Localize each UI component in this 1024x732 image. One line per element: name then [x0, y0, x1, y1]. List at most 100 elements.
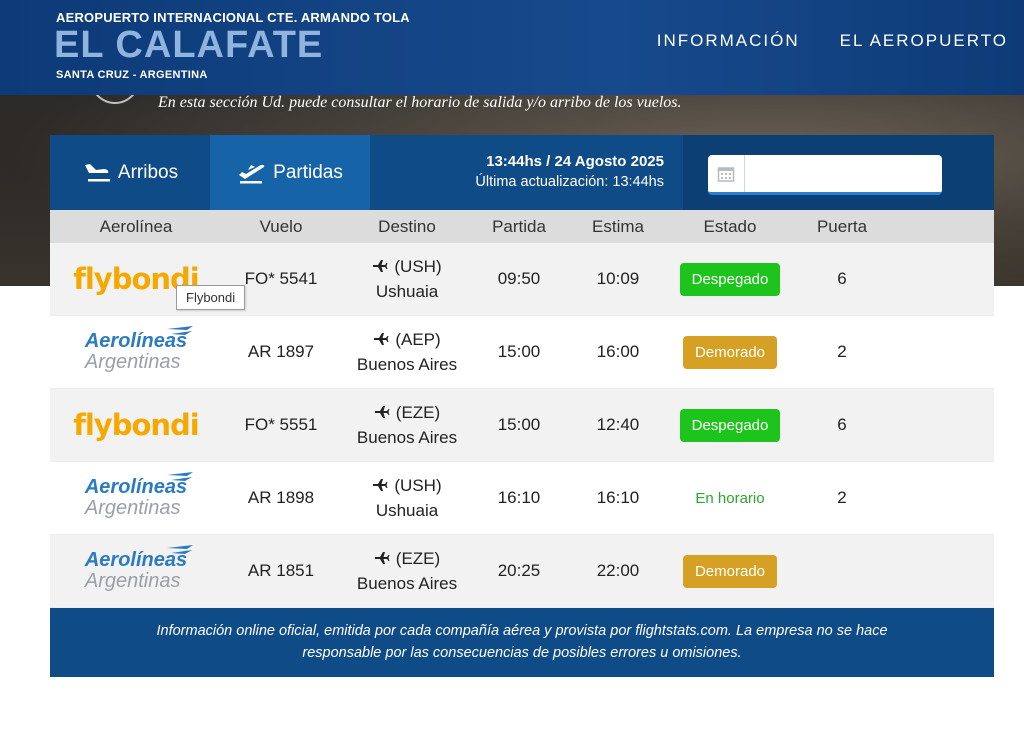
status-text: En horario: [695, 489, 765, 507]
nav-informacion[interactable]: INFORMACIÓN: [657, 31, 800, 51]
destination-code: (AEP): [340, 327, 474, 352]
table-row: Aerolíneas Argentinas AR 1851 (EZE) Buenos A…: [50, 535, 994, 608]
cell-flight: AR 1898: [247, 488, 315, 507]
cell-airline: flybondi: [50, 408, 222, 442]
plane-takeoff-icon: [239, 164, 265, 183]
aerolineas-argentinas-logo[interactable]: Aerolíneas Argentinas: [84, 545, 194, 592]
cell-flight: AR 1897: [247, 342, 315, 361]
cell-gate: 6: [837, 269, 847, 288]
brand-subtitle[interactable]: SANTA CRUZ - ARGENTINA: [56, 69, 208, 81]
cell-estimate: 16:00: [596, 342, 640, 361]
tab-partidas[interactable]: Partidas: [210, 135, 370, 210]
aerolineas-argentinas-logo[interactable]: Aerolíneas Argentinas: [84, 326, 194, 373]
cell-gate: 2: [837, 342, 847, 361]
cell-departure: 20:25: [497, 561, 541, 580]
intro-text: En esta sección Ud. puede consultar el h…: [158, 94, 682, 111]
destination-code-text: (AEP): [395, 330, 441, 349]
brand-logo-title[interactable]: EL CALAFATE: [54, 24, 323, 67]
cell-status: Despegado: [672, 408, 788, 442]
cell-status: Despegado: [672, 262, 788, 296]
site-header: AEROPUERTO INTERNACIONAL CTE. ARMANDO TO…: [0, 0, 1024, 95]
cell-estimate: 16:10: [596, 488, 640, 507]
date-filter: [683, 135, 994, 210]
plane-icon: [374, 333, 389, 345]
logo-line-2: Argentinas: [84, 351, 181, 373]
destination-code: (USH): [340, 254, 474, 279]
tab-arribos-label: Arribos: [117, 161, 179, 183]
cell-departure: 15:00: [497, 415, 541, 434]
date-input[interactable]: [745, 155, 942, 192]
table-header: Aerolínea Vuelo Destino Partida Estima E…: [50, 210, 994, 243]
cell-estimate: 12:40: [596, 415, 640, 434]
destination-code: (EZE): [340, 546, 474, 571]
col-estima: Estima: [592, 216, 644, 236]
plane-icon: [373, 260, 388, 272]
cell-destination: (AEP) Buenos Aires: [340, 327, 474, 377]
flybondi-logo[interactable]: flybondi: [73, 408, 199, 442]
col-puerta: Puerta: [816, 216, 868, 236]
calendar-icon[interactable]: [708, 155, 745, 192]
cell-status: Demorado: [672, 554, 788, 588]
cell-departure: 15:00: [497, 342, 541, 361]
destination-city: Buenos Aires: [356, 574, 458, 593]
cell-airline: Aerolíneas Argentinas: [50, 545, 222, 592]
last-update: Última actualización: 13:44hs: [475, 174, 664, 190]
current-time: 13:44hs / 24 Agosto 2025: [486, 153, 664, 170]
nav-el-aeropuerto[interactable]: EL AEROPUERTO: [840, 31, 1008, 51]
flights-panel: Arribos Partidas 13:44hs / 24 Agosto 202…: [50, 135, 994, 677]
calendar-icon-glyph: [717, 166, 735, 182]
cell-destination: (USH) Ushuaia: [340, 473, 474, 523]
col-vuelo: Vuelo: [259, 216, 303, 236]
time-info: 13:44hs / 24 Agosto 2025 Última actualiz…: [372, 153, 664, 190]
col-aerolinea: Aerolínea: [99, 216, 173, 236]
cell-airline: Aerolíneas Argentinas: [50, 326, 222, 373]
cell-estimate: 22:00: [596, 561, 640, 580]
cell-departure: 16:10: [497, 488, 541, 507]
cell-departure: 09:50: [497, 269, 541, 288]
cell-gate: 6: [837, 415, 847, 434]
status-badge: Demorado: [682, 554, 778, 588]
destination-city: Buenos Aires: [356, 355, 458, 374]
table-row: Aerolíneas Argentinas AR 1897 (AEP) Buenos A…: [50, 316, 994, 389]
cell-flight: AR 1851: [247, 561, 315, 580]
destination-code-text: (EZE): [395, 549, 441, 568]
wing-icon: [167, 326, 194, 335]
col-partida: Partida: [492, 216, 546, 236]
cell-airline: Aerolíneas Argentinas: [50, 472, 222, 519]
cell-destination: (EZE) Buenos Aires: [340, 546, 474, 596]
disclaimer-footer: Información online oficial, emitida por …: [50, 608, 994, 677]
plane-icon: [373, 479, 388, 491]
cell-destination: (USH) Ushuaia: [340, 254, 474, 304]
airline-tooltip: Flybondi: [176, 285, 246, 310]
wing-icon: [167, 545, 194, 554]
plane-icon: [374, 552, 390, 564]
plane-landing-icon: [84, 163, 110, 181]
brand-top-text[interactable]: AEROPUERTO INTERNACIONAL CTE. ARMANDO TO…: [56, 10, 410, 25]
page: AEROPUERTO INTERNACIONAL CTE. ARMANDO TO…: [0, 0, 1024, 732]
aerolineas-argentinas-logo[interactable]: Aerolíneas Argentinas: [84, 472, 194, 519]
status-badge: Demorado: [682, 335, 778, 369]
destination-city: Ushuaia: [375, 501, 439, 520]
tab-arribos[interactable]: Arribos: [50, 135, 210, 210]
logo-line-2: Argentinas: [84, 497, 181, 519]
main-nav: INFORMACIÓN EL AEROPUERTO: [657, 31, 1008, 51]
plane-icon: [374, 406, 390, 418]
cell-flight: FO* 5551: [244, 415, 318, 434]
disclaimer-line-2: responsable por las consecuencias de pos…: [302, 645, 742, 661]
cell-status: En horario: [672, 490, 788, 507]
tab-partidas-label: Partidas: [273, 161, 343, 183]
destination-code-text: (USH): [394, 257, 442, 276]
status-badge: Despegado: [679, 262, 781, 296]
table-row: Aerolíneas Argentinas AR 1898 (USH) Ushuaia 1…: [50, 462, 994, 535]
wing-icon: [167, 472, 194, 481]
disclaimer-line-1: Información online oficial, emitida por …: [156, 623, 888, 639]
destination-city: Ushuaia: [375, 282, 439, 301]
cell-gate: 2: [837, 488, 847, 507]
cell-estimate: 10:09: [596, 269, 640, 288]
destination-code: (USH): [340, 473, 474, 498]
destination-code: (EZE): [340, 400, 474, 425]
date-picker[interactable]: [708, 155, 942, 195]
col-destino: Destino: [378, 217, 436, 236]
cell-status: Demorado: [672, 335, 788, 369]
logo-line-2: Argentinas: [84, 570, 181, 592]
